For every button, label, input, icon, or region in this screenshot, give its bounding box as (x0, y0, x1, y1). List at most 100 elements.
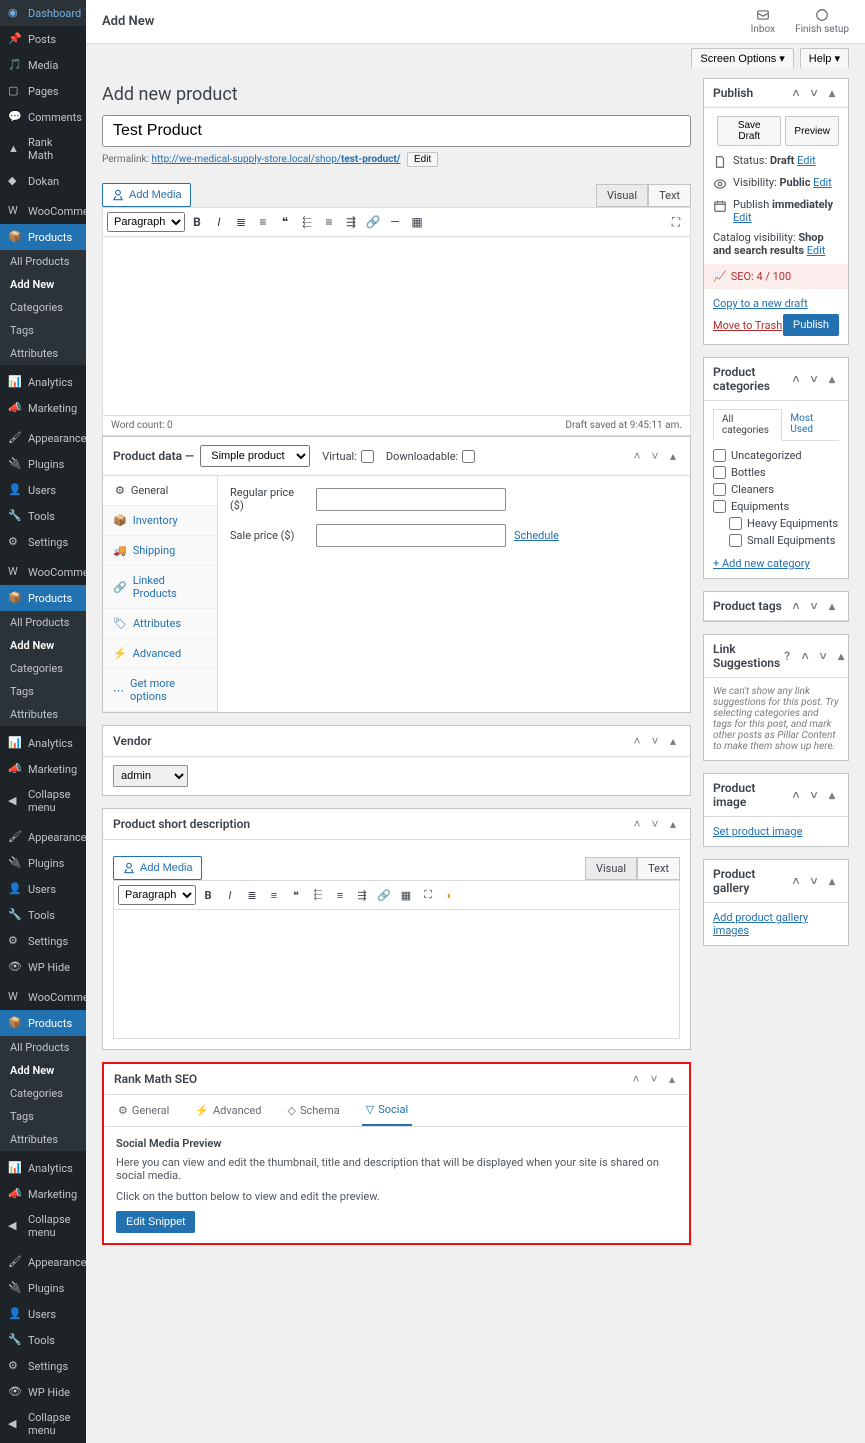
chevron-down-icon[interactable]: ˅ (648, 449, 662, 463)
fullscreen-icon[interactable]: ⛶ (666, 212, 686, 232)
sidebar-item-settings[interactable]: ⚙Settings (0, 928, 86, 954)
align-right-icon[interactable]: ⇶ (352, 885, 372, 905)
chevron-up-icon[interactable]: ˄ (630, 449, 644, 463)
format-select[interactable]: Paragraph (107, 212, 185, 232)
sidebar-item-dashboard[interactable]: ◉Dashboard (0, 0, 86, 26)
sidebar-item-comments[interactable]: 💬Comments (0, 104, 86, 130)
inbox-button[interactable]: Inbox (751, 8, 775, 35)
sidebar-item-marketing[interactable]: 📣Marketing (0, 395, 86, 421)
vendor-select[interactable]: admin (113, 765, 188, 787)
pd-tab-attributes[interactable]: 🏷Attributes (103, 609, 217, 639)
sidebar-item-settings[interactable]: ⚙Settings (0, 529, 86, 555)
tab-text-2[interactable]: Text (637, 857, 680, 880)
pd-tab-shipping[interactable]: 🚚Shipping (103, 536, 217, 566)
sidebar-item-woocommerce[interactable]: WWooCommerce (0, 198, 86, 224)
align-left-icon[interactable]: ⬱ (297, 212, 317, 232)
quote-icon[interactable]: ❝ (286, 885, 306, 905)
align-left-icon[interactable]: ⬱ (308, 885, 328, 905)
ul-icon[interactable]: ≣ (231, 212, 251, 232)
sidebar-item-analytics[interactable]: 📊Analytics (0, 369, 86, 395)
category-bottles[interactable]: Bottles (713, 464, 839, 481)
ol-icon[interactable]: ≡ (253, 212, 273, 232)
sidebar-sub-tags[interactable]: Tags (0, 319, 86, 342)
link-icon[interactable]: 🔗 (363, 212, 383, 232)
fullscreen-icon[interactable]: ⛶ (418, 885, 438, 905)
copy-draft-link[interactable]: Copy to a new draft (713, 297, 808, 310)
table-icon[interactable]: ▦ (407, 212, 427, 232)
sidebar-sub-all-products[interactable]: All Products (0, 250, 86, 273)
sidebar-item-posts[interactable]: 📌Posts (0, 26, 86, 52)
sidebar-item-users[interactable]: 👤Users (0, 876, 86, 902)
cat-tab-most[interactable]: Most Used (782, 409, 839, 440)
content-editor[interactable] (102, 236, 691, 416)
sidebar-item-pages[interactable]: ▢Pages (0, 78, 86, 104)
sidebar-item-tools[interactable]: 🔧Tools (0, 503, 86, 529)
downloadable-checkbox[interactable]: Downloadable: (386, 450, 475, 463)
collapse-menu[interactable]: ◀Collapse menu (0, 782, 86, 820)
ul-icon[interactable]: ≣ (242, 885, 262, 905)
link-icon[interactable]: 🔗 (374, 885, 394, 905)
set-product-image[interactable]: Set product image (713, 825, 802, 838)
sidebar-item-plugins[interactable]: 🔌Plugins (0, 1275, 86, 1301)
sidebar-sub-all-products[interactable]: All Products (0, 1036, 86, 1059)
pd-tab-general[interactable]: ⚙General (103, 476, 217, 506)
sidebar-sub-add-new[interactable]: Add New (0, 1059, 86, 1082)
edit-publish-date[interactable]: Edit (733, 211, 752, 224)
tab-text[interactable]: Text (648, 184, 691, 207)
sidebar-item-analytics[interactable]: 📊Analytics (0, 1155, 86, 1181)
seo-tab-schema[interactable]: ◇Schema (283, 1095, 343, 1126)
help-button[interactable]: Help ▾ (800, 48, 849, 68)
category-small-equipments[interactable]: Small Equipments (713, 532, 839, 549)
tab-visual-2[interactable]: Visual (585, 857, 637, 880)
sidebar-sub-categories[interactable]: Categories (0, 296, 86, 319)
ol-icon[interactable]: ≡ (264, 885, 284, 905)
publish-button[interactable]: Publish (783, 314, 839, 336)
align-center-icon[interactable]: ≡ (330, 885, 350, 905)
sidebar-sub-attributes[interactable]: Attributes (0, 703, 86, 726)
virtual-checkbox[interactable]: Virtual: (322, 450, 374, 463)
permalink-edit-button[interactable]: Edit (407, 152, 438, 167)
sidebar-sub-tags[interactable]: Tags (0, 1105, 86, 1128)
short-desc-editor[interactable] (113, 909, 680, 1039)
sidebar-sub-categories[interactable]: Categories (0, 657, 86, 680)
category-uncategorized[interactable]: Uncategorized (713, 447, 839, 464)
quote-icon[interactable]: ❝ (275, 212, 295, 232)
sidebar-item-woocommerce[interactable]: WWooCommerce (0, 984, 86, 1010)
add-media-button[interactable]: Add Media (102, 183, 191, 207)
italic-icon[interactable]: I (209, 212, 229, 232)
edit-status[interactable]: Edit (797, 154, 816, 167)
sidebar-item-appearance[interactable]: 🖌Appearance (0, 824, 86, 850)
sidebar-item-woocommerce[interactable]: WWooCommerce (0, 559, 86, 585)
sidebar-item-users[interactable]: 👤Users (0, 477, 86, 503)
sidebar-item-media[interactable]: 🎵Media (0, 52, 86, 78)
regular-price-input[interactable] (316, 488, 506, 511)
sidebar-item-users[interactable]: 👤Users (0, 1301, 86, 1327)
more-icon[interactable]: — (385, 212, 405, 232)
sidebar-item-tools[interactable]: 🔧Tools (0, 902, 86, 928)
seo-tab-advanced[interactable]: ⚡Advanced (191, 1095, 265, 1126)
save-draft-button[interactable]: Save Draft (717, 116, 781, 146)
sidebar-item-dokan[interactable]: ◆Dokan (0, 168, 86, 194)
bold-icon[interactable]: B (198, 885, 218, 905)
collapse-menu[interactable]: ◀Collapse menu (0, 1207, 86, 1245)
add-category-link[interactable]: + Add new category (713, 557, 810, 570)
sidebar-item-appearance[interactable]: 🖌Appearance (0, 425, 86, 451)
sidebar-item-marketing[interactable]: 📣Marketing (0, 756, 86, 782)
product-type-select[interactable]: Simple product (200, 445, 310, 467)
schedule-link[interactable]: Schedule (514, 529, 559, 542)
sidebar-item-plugins[interactable]: 🔌Plugins (0, 451, 86, 477)
sidebar-item-products[interactable]: 📦Products (0, 585, 86, 611)
sidebar-sub-all-products[interactable]: All Products (0, 611, 86, 634)
pd-tab-inventory[interactable]: 📦Inventory (103, 506, 217, 536)
add-gallery-images[interactable]: Add product gallery images (713, 911, 808, 937)
table-icon[interactable]: ▦ (396, 885, 416, 905)
pd-tab-get-more-options[interactable]: ⋯Get more options (103, 669, 217, 712)
italic-icon[interactable]: I (220, 885, 240, 905)
sidebar-item-products[interactable]: 📦Products (0, 224, 86, 250)
sort-icon[interactable]: ▴ (666, 449, 680, 463)
pd-tab-linked-products[interactable]: 🔗Linked Products (103, 566, 217, 609)
sidebar-item-wp-hide[interactable]: 👁WP Hide (0, 1379, 86, 1405)
cat-tab-all[interactable]: All categories (713, 409, 782, 441)
bold-icon[interactable]: B (187, 212, 207, 232)
screen-options-button[interactable]: Screen Options ▾ (691, 48, 793, 68)
